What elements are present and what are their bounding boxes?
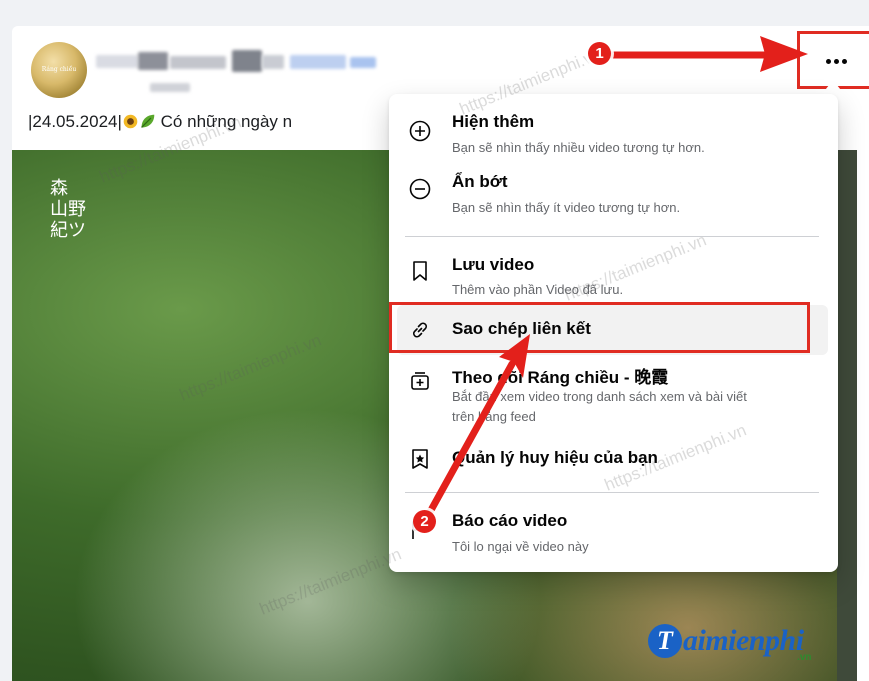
step-badge-2: 2	[413, 510, 436, 533]
annotation-arrows	[426, 36, 808, 516]
step-badge-1: 1	[588, 42, 611, 65]
arrow-2-shaft	[426, 360, 516, 516]
arrow-1-head	[760, 36, 808, 72]
arrow-2-head	[499, 334, 530, 378]
